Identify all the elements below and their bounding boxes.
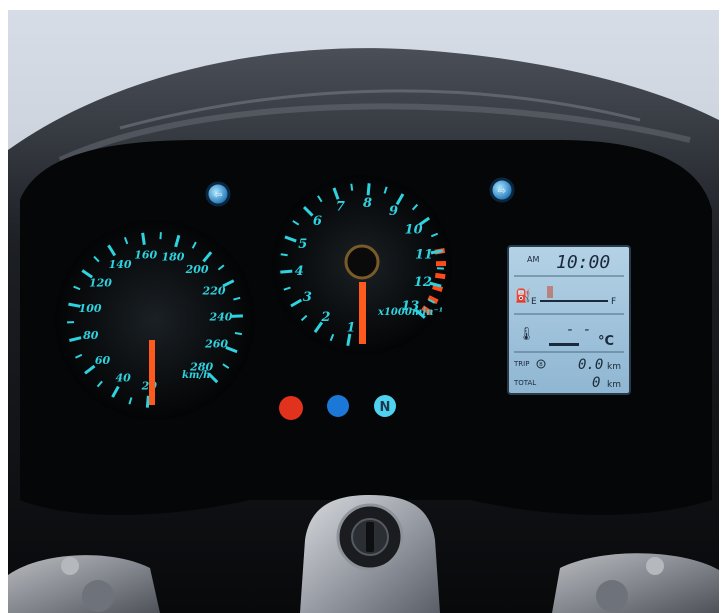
- temp-unit: °C: [598, 334, 614, 349]
- tachometer-needle: [359, 282, 366, 344]
- clock-ampm: AM: [527, 255, 539, 264]
- tachometer-label: 6: [313, 214, 322, 229]
- rpm-unit-label: x1000min⁻¹: [377, 307, 443, 318]
- tachometer-label: 12: [414, 275, 432, 290]
- tachometer-label: 11: [415, 248, 433, 263]
- high-beam-lamp: [327, 395, 349, 417]
- speedometer-label: 60: [95, 354, 111, 367]
- total-value: 0: [592, 375, 600, 391]
- tachometer-tick: [350, 183, 354, 191]
- clock-readout: 10:00: [556, 252, 610, 273]
- tachometer-label: 4: [295, 264, 304, 279]
- fuel-pump-icon: ⛽: [515, 288, 531, 304]
- neutral-lamp-label: N: [380, 400, 391, 415]
- speedometer-tick: [234, 332, 243, 336]
- trip-value: 0.0: [578, 357, 603, 373]
- tachometer-label: 9: [389, 204, 398, 219]
- tachometer-tick: [366, 183, 371, 196]
- trip-label: TRIP: [513, 360, 529, 368]
- speedometer-label: 160: [134, 249, 157, 262]
- trip-unit: km: [607, 362, 621, 372]
- fuel-empty-label: E: [531, 297, 537, 307]
- warning-lamp: [279, 396, 303, 420]
- tachometer-label: 10: [405, 222, 423, 237]
- right-arrow-icon: ⇨: [498, 186, 506, 197]
- speedometer-tick: [141, 232, 146, 245]
- fuel-full-label: F: [611, 297, 616, 307]
- speedometer-label: 80: [83, 329, 99, 342]
- speed-unit-label: km/h: [182, 370, 210, 381]
- speedometer-label: 40: [116, 372, 132, 385]
- coolant-temp-icon: 🌡: [518, 326, 535, 342]
- tachometer-redzone-segment: [434, 272, 446, 280]
- speedometer-label: 240: [208, 311, 232, 324]
- left-arrow-icon: ⇦: [214, 190, 222, 201]
- speedometer-label: 260: [204, 338, 228, 351]
- total-label: TOTAL: [513, 379, 536, 387]
- tachometer-label: 3: [303, 290, 312, 305]
- speedometer-tick: [145, 395, 150, 408]
- speedometer-label: 200: [185, 263, 209, 276]
- tachometer: 1234567 8910111213 x1000min⁻¹: [272, 175, 452, 355]
- lcd-display: AM 10:00 ⛽ E F 🌡 - - °C TRIP B 0.0 km TO…: [507, 245, 631, 395]
- motorcycle-dashboard-photo: 20406080100120140160180200220240260280 k…: [0, 0, 721, 613]
- left-handlebar-clamp: [8, 555, 160, 613]
- speedometer-label: 100: [79, 302, 102, 315]
- tachometer-label: 1: [347, 321, 356, 336]
- speedometer-label: 180: [161, 250, 184, 263]
- trip-b-label: B: [539, 362, 543, 368]
- tachometer-label: 7: [336, 199, 345, 214]
- tachometer-label: 5: [298, 237, 307, 252]
- total-unit: km: [607, 380, 621, 390]
- tachometer-label: 2: [320, 310, 330, 325]
- right-handlebar-clamp: [552, 553, 719, 613]
- speedometer-label: 120: [89, 277, 112, 290]
- speedometer: 20406080100120140160180200220240260280 k…: [55, 220, 255, 420]
- tachometer-tick: [346, 333, 352, 347]
- tachometer-tick: [280, 269, 293, 274]
- temp-value: - -: [566, 322, 591, 338]
- tacho-hub: [344, 244, 380, 280]
- tachometer-tick: [280, 253, 288, 257]
- speedometer-tick: [230, 314, 243, 318]
- speedometer-label: 140: [109, 258, 132, 271]
- tachometer-label: 8: [363, 196, 372, 211]
- speedometer-needle: [149, 340, 155, 405]
- speedometer-label: 220: [202, 284, 226, 297]
